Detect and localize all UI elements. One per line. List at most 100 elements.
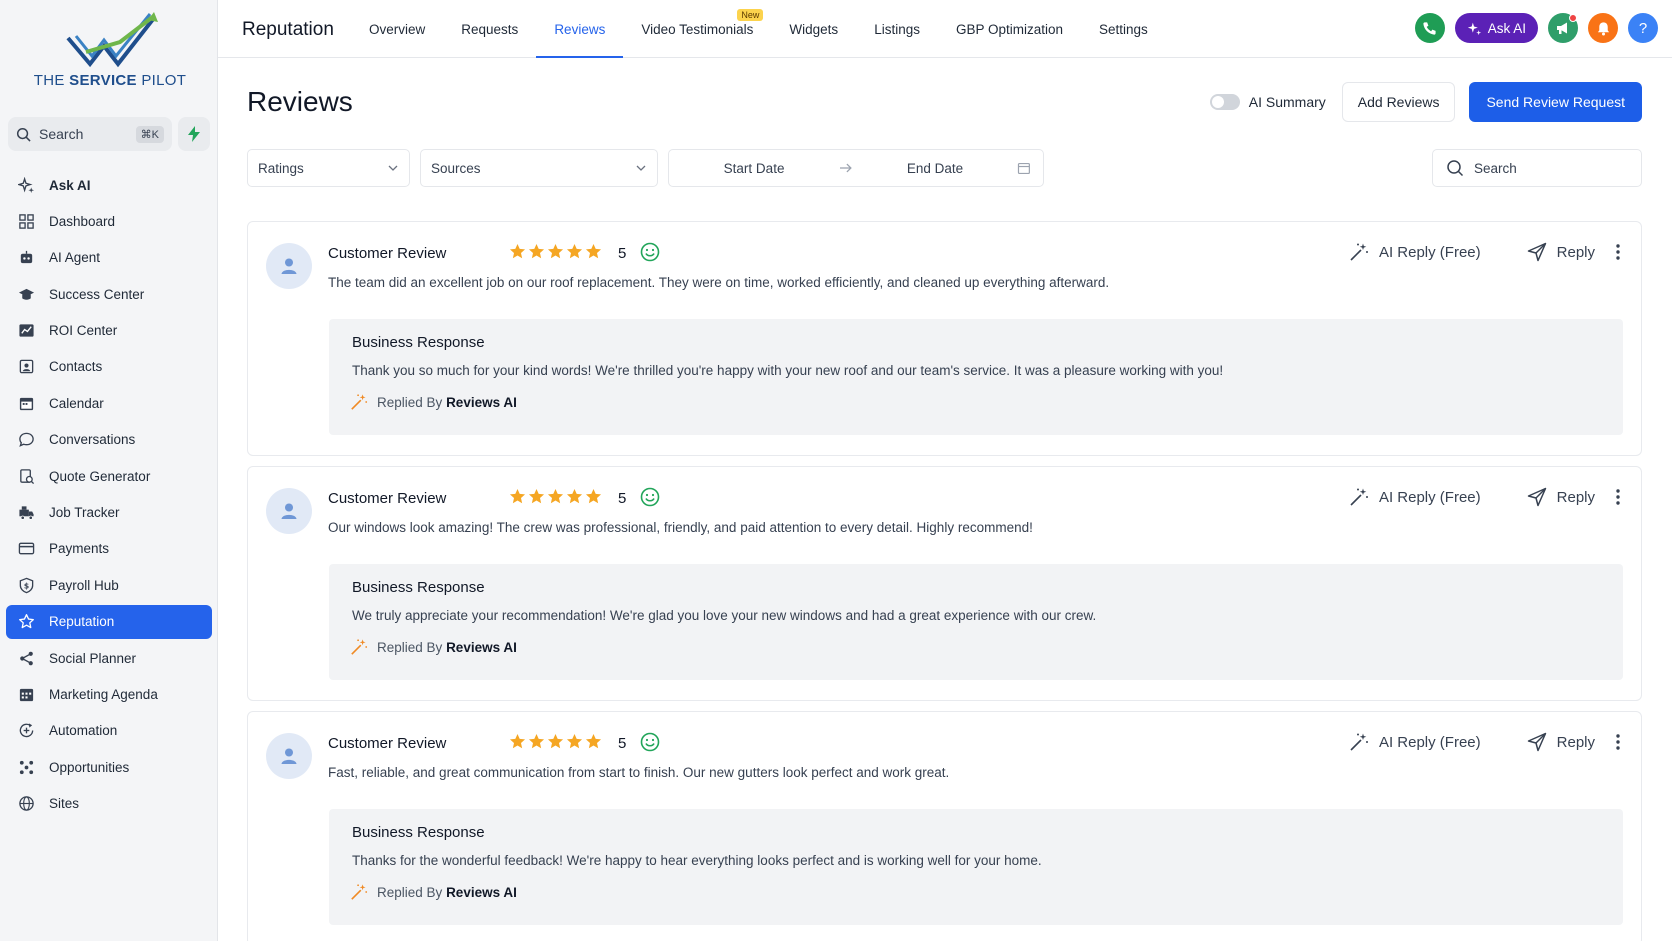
ask-ai-button[interactable]: Ask AI — [1454, 13, 1538, 43]
sources-select[interactable]: Sources — [420, 149, 658, 187]
rating-value: 5 — [618, 245, 627, 262]
chevron-down-icon — [388, 165, 398, 171]
ratings-select[interactable]: Ratings — [247, 149, 410, 187]
ai-reply-button[interactable]: AI Reply (Free) — [1349, 242, 1481, 262]
quick-actions-button[interactable] — [178, 117, 210, 151]
add-reviews-button[interactable]: Add Reviews — [1341, 82, 1456, 122]
more-options-button[interactable] — [1615, 243, 1621, 261]
user-icon — [281, 258, 297, 274]
notification-dot — [1569, 14, 1577, 22]
tab-gbp-optimization[interactable]: GBP Optimization — [938, 0, 1081, 58]
start-date-input[interactable]: Start Date — [669, 161, 839, 176]
tab-video-testimonials[interactable]: Video Testimonials New — [623, 0, 771, 58]
magic-wand-icon — [1350, 488, 1368, 506]
sidebar-item-reputation[interactable]: Reputation — [6, 604, 212, 639]
phone-icon — [1423, 21, 1436, 35]
grid-icon — [19, 214, 34, 229]
send-icon — [1527, 242, 1546, 262]
rating-value: 5 — [618, 735, 627, 752]
sidebar-item-success-center[interactable]: Success Center — [6, 277, 212, 311]
sidebar-item-conversations[interactable]: Conversations — [6, 423, 212, 457]
sidebar-item-dashboard[interactable]: Dashboard — [6, 204, 212, 238]
response-text: We truly appreciate your recommendation!… — [352, 608, 1097, 623]
reply-button[interactable]: Reply — [1527, 732, 1595, 752]
tab-settings[interactable]: Settings — [1081, 0, 1166, 58]
sidebar-item-job-tracker[interactable]: Job Tracker — [6, 496, 212, 530]
send-review-request-button[interactable]: Send Review Request — [1469, 82, 1642, 122]
tab-reviews[interactable]: Reviews — [536, 0, 624, 58]
chevron-down-icon — [636, 165, 646, 171]
star-icon — [547, 243, 564, 259]
replied-by: Replied By Reviews AI — [350, 883, 517, 901]
star-icon — [528, 733, 545, 749]
response-title: Business Response — [352, 334, 485, 351]
reply-button[interactable]: Reply — [1527, 242, 1595, 262]
ai-reply-button[interactable]: AI Reply (Free) — [1349, 732, 1481, 752]
chart-icon — [19, 324, 34, 337]
sidebar-item-ai-agent[interactable]: AI Agent — [6, 241, 212, 275]
reviews-search-input[interactable]: Search — [1432, 149, 1642, 187]
tab-listings[interactable]: Listings — [856, 0, 938, 58]
sidebar-item-calendar[interactable]: Calendar — [6, 386, 212, 420]
sidebar-search[interactable]: Search ⌘K — [8, 117, 172, 151]
response-title: Business Response — [352, 824, 485, 841]
date-range-picker[interactable]: Start Date End Date — [668, 149, 1044, 187]
star-icon — [547, 488, 564, 504]
review-text: Our windows look amazing! The crew was p… — [328, 520, 1033, 535]
ai-reply-button[interactable]: AI Reply (Free) — [1349, 487, 1481, 507]
tab-bar: Overview Requests Reviews Video Testimon… — [351, 0, 1166, 58]
share-icon — [20, 651, 33, 665]
star-icon — [585, 733, 602, 749]
sparkle-icon — [18, 176, 35, 193]
review-text: Fast, reliable, and great communication … — [328, 765, 950, 780]
ai-summary-toggle[interactable]: AI Summary — [1209, 94, 1326, 110]
chat-icon — [19, 432, 34, 448]
sidebar-item-opportunities[interactable]: Opportunities — [6, 750, 212, 784]
help-button[interactable]: ? — [1628, 13, 1658, 43]
send-icon — [1527, 732, 1546, 752]
search-shortcut: ⌘K — [135, 125, 164, 143]
announcements-button[interactable] — [1548, 13, 1578, 43]
business-response: Business Response We truly appreciate yo… — [329, 564, 1623, 680]
sidebar-item-social-planner[interactable]: Social Planner — [6, 641, 212, 675]
top-nav: Reputation Overview Requests Reviews Vid… — [218, 0, 1672, 58]
end-date-input[interactable]: End Date — [853, 161, 1017, 176]
star-icon — [585, 243, 602, 259]
phone-button[interactable] — [1414, 13, 1445, 43]
automation-icon — [19, 723, 34, 738]
sidebar-item-sites[interactable]: Sites — [6, 787, 212, 821]
more-vertical-icon — [1616, 734, 1620, 750]
star-icon — [509, 488, 526, 504]
business-response: Business Response Thanks for the wonderf… — [329, 809, 1623, 925]
avatar — [266, 733, 312, 779]
magic-wand-icon — [351, 394, 368, 410]
svg-text:$: $ — [24, 581, 29, 590]
user-icon — [281, 748, 297, 764]
sidebar-item-payroll-hub[interactable]: $ Payroll Hub — [6, 568, 212, 602]
sidebar-item-quote-generator[interactable]: Quote Generator — [6, 459, 212, 493]
tab-overview[interactable]: Overview — [351, 0, 443, 58]
sidebar-item-payments[interactable]: Payments — [6, 532, 212, 566]
avatar — [266, 243, 312, 289]
tab-widgets[interactable]: Widgets — [771, 0, 856, 58]
sidebar-item-marketing-agenda[interactable]: Marketing Agenda — [6, 677, 212, 711]
toggle-switch[interactable] — [1209, 94, 1240, 110]
sidebar-item-contacts[interactable]: Contacts — [6, 350, 212, 384]
smiley-icon — [640, 732, 660, 752]
notifications-button[interactable] — [1588, 13, 1618, 43]
response-title: Business Response — [352, 579, 485, 596]
more-options-button[interactable] — [1615, 733, 1621, 751]
opportunities-icon — [19, 760, 34, 774]
sidebar-item-ask-ai[interactable]: Ask AI — [6, 168, 212, 202]
magic-wand-icon — [1350, 733, 1368, 751]
more-options-button[interactable] — [1615, 488, 1621, 506]
logo[interactable]: THE SERVICE PILOT — [30, 12, 190, 96]
reply-button[interactable]: Reply — [1527, 487, 1595, 507]
tab-requests[interactable]: Requests — [443, 0, 536, 58]
sidebar-item-roi-center[interactable]: ROI Center — [6, 314, 212, 348]
bell-icon — [1597, 21, 1609, 35]
sidebar-item-automation[interactable]: Automation — [6, 714, 212, 748]
megaphone-icon — [1557, 22, 1567, 34]
logo-mark-icon — [66, 12, 158, 68]
response-text: Thank you so much for your kind words! W… — [352, 363, 1224, 378]
